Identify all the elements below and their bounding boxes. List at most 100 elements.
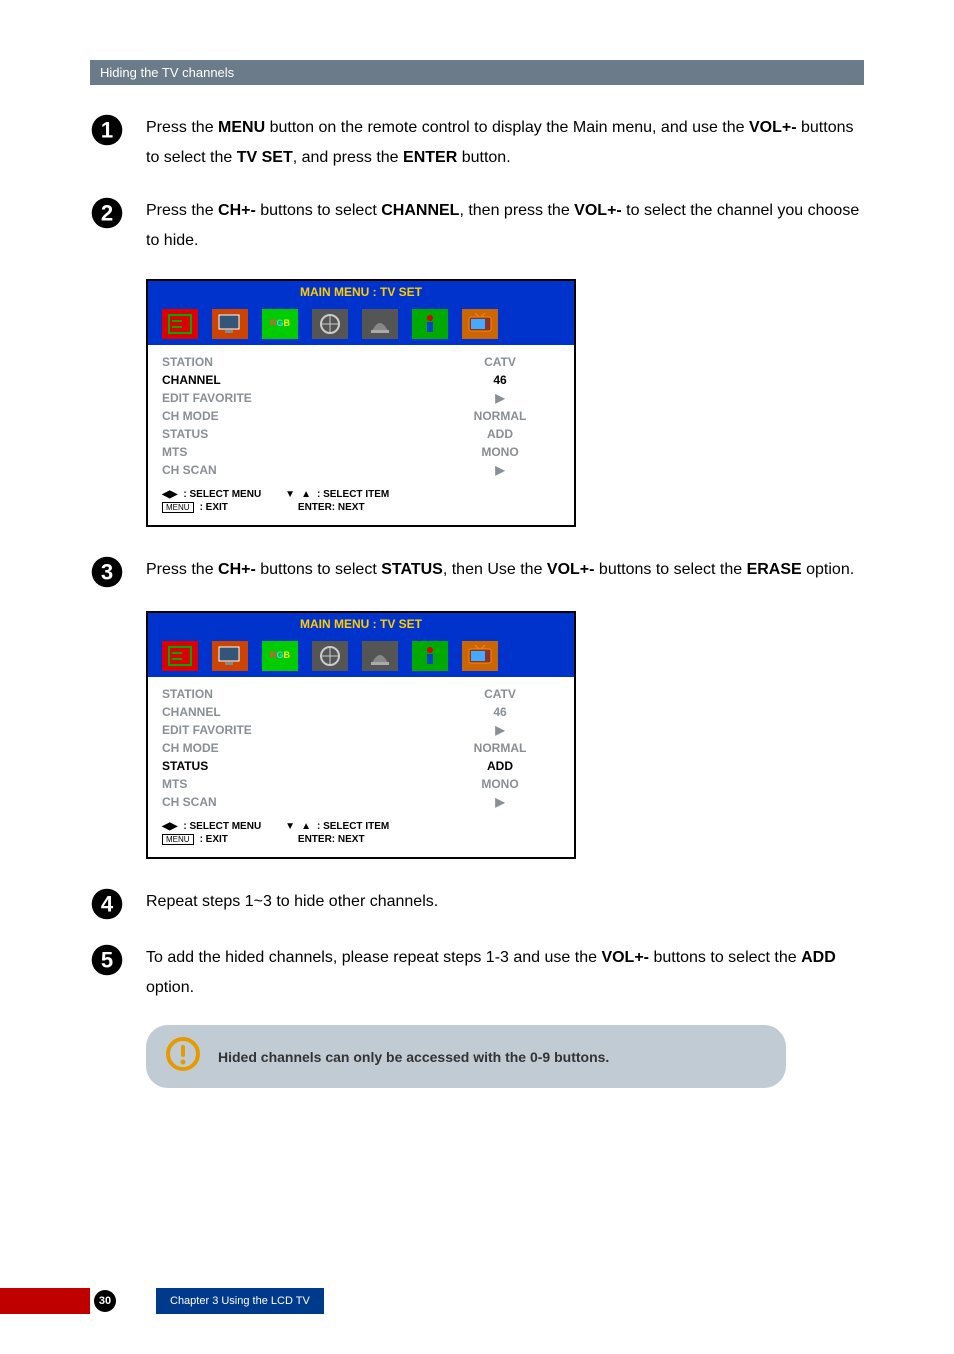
text-bold: STATUS [381, 561, 443, 578]
osd-icon-row: RGB [148, 635, 574, 677]
text: buttons to select [256, 202, 381, 219]
text-bold: ERASE [747, 561, 802, 578]
text-bold: VOL+- [547, 561, 595, 578]
step-number-1-icon: 1 [90, 113, 146, 147]
step-3: 3 Press the CH+- buttons to select STATU… [90, 555, 864, 589]
page-number: 30 [94, 1290, 116, 1312]
osd-item-station: STATIONCATV [162, 685, 560, 703]
tv-set-icon [462, 641, 498, 671]
text-bold: ENTER [403, 149, 457, 166]
osd-footer: ◀▶ : SELECT MENU ▼ ▲ : SELECT ITEM MENU : E… [148, 815, 574, 857]
menu-button-icon: MENU [162, 834, 194, 845]
text-bold: CHANNEL [381, 202, 459, 219]
info-icon [412, 641, 448, 671]
down-arrow-icon: ▼ [285, 821, 295, 832]
geometry-icon [312, 641, 348, 671]
osd-item-status: STATUSADD [162, 757, 560, 775]
osd-item-status: STATUSADD [162, 425, 560, 443]
tv-adjust-icon [162, 641, 198, 671]
chapter-label: Chapter 3 Using the LCD TV [156, 1288, 324, 1314]
menu-button-icon: MENU [162, 502, 194, 513]
left-right-arrows-icon: ◀▶ [162, 821, 177, 832]
text: button. [457, 149, 510, 166]
text-bold: CH+- [218, 202, 256, 219]
text: Press the [146, 202, 218, 219]
pc-adjust-icon [212, 309, 248, 339]
info-icon [412, 309, 448, 339]
text: buttons to select the [594, 561, 746, 578]
text: ENTER: NEXT [298, 834, 365, 845]
text: : SELECT MENU [183, 489, 261, 500]
footer-accent [0, 1288, 90, 1314]
text: : EXIT [200, 502, 228, 513]
osd-title: MAIN MENU : TV SET [148, 613, 574, 635]
info-note: Hided channels can only be accessed with… [146, 1025, 786, 1088]
text: , then Use the [443, 561, 547, 578]
osd-item-mts: MTSMONO [162, 443, 560, 461]
tv-adjust-icon [162, 309, 198, 339]
text: : EXIT [200, 834, 228, 845]
osd-title: MAIN MENU : TV SET [148, 281, 574, 303]
geometry-icon [312, 309, 348, 339]
text: option. [802, 561, 854, 578]
text-bold: VOL+- [749, 119, 797, 136]
text-bold: VOL+- [601, 949, 649, 966]
settings-icon [362, 641, 398, 671]
svg-text:1: 1 [101, 118, 113, 143]
left-right-arrows-icon: ◀▶ [162, 489, 177, 500]
text: : SELECT ITEM [317, 821, 389, 832]
svg-text:2: 2 [101, 200, 113, 225]
step-1: 1 Press the MENU button on the remote co… [90, 113, 864, 174]
osd-item-ch-mode: CH MODENORMAL [162, 739, 560, 757]
text: buttons to select the [649, 949, 801, 966]
osd-item-ch-scan: CH SCAN▶ [162, 461, 560, 479]
osd-screenshot-2: MAIN MENU : TV SET RGB STATIONCATV CHANN… [146, 611, 576, 859]
step-4: 4 Repeat steps 1~3 to hide other channel… [90, 887, 864, 921]
text: Repeat steps 1~3 to hide other channels. [146, 893, 438, 910]
svg-text:4: 4 [101, 891, 114, 916]
step-number-2-icon: 2 [90, 196, 146, 230]
section-header: Hiding the TV channels [90, 60, 864, 85]
osd-body: STATIONCATV CHANNEL46 EDIT FAVORITE▶ CH … [148, 677, 574, 815]
up-arrow-icon: ▲ [301, 489, 311, 500]
rgb-icon: RGB [262, 309, 298, 339]
osd-item-ch-mode: CH MODENORMAL [162, 407, 560, 425]
osd-item-channel: CHANNEL46 [162, 371, 560, 389]
text-bold: MENU [218, 119, 265, 136]
osd-footer: ◀▶ : SELECT MENU ▼ ▲ : SELECT ITEM MENU : E… [148, 483, 574, 525]
text: option. [146, 979, 194, 996]
osd-screenshot-1: MAIN MENU : TV SET RGB STATIONCATV CHANN… [146, 279, 576, 527]
text: : SELECT ITEM [317, 489, 389, 500]
text: Press the [146, 119, 218, 136]
info-text: Hided channels can only be accessed with… [218, 1049, 609, 1065]
text: button on the remote control to display … [265, 119, 749, 136]
osd-item-edit-favorite: EDIT FAVORITE▶ [162, 389, 560, 407]
osd-body: STATIONCATV CHANNEL46 EDIT FAVORITE▶ CH … [148, 345, 574, 483]
text: , and press the [293, 149, 403, 166]
text: : SELECT MENU [183, 821, 261, 832]
osd-item-edit-favorite: EDIT FAVORITE▶ [162, 721, 560, 739]
osd-item-channel: CHANNEL46 [162, 703, 560, 721]
up-arrow-icon: ▲ [301, 821, 311, 832]
text-bold: VOL+- [574, 202, 622, 219]
down-arrow-icon: ▼ [285, 489, 295, 500]
osd-item-station: STATIONCATV [162, 353, 560, 371]
page-footer: 30 Chapter 3 Using the LCD TV [0, 1288, 324, 1314]
step-number-5-icon: 5 [90, 943, 146, 977]
text: buttons to select [256, 561, 381, 578]
text-bold: TV SET [237, 149, 293, 166]
rgb-icon: RGB [262, 641, 298, 671]
step-number-4-icon: 4 [90, 887, 146, 921]
step-2: 2 Press the CH+- buttons to select CHANN… [90, 196, 864, 257]
settings-icon [362, 309, 398, 339]
step-number-3-icon: 3 [90, 555, 146, 589]
text: Press the [146, 561, 218, 578]
alert-icon [166, 1037, 200, 1076]
pc-adjust-icon [212, 641, 248, 671]
osd-icon-row: RGB [148, 303, 574, 345]
text-bold: CH+- [218, 561, 256, 578]
svg-text:3: 3 [101, 559, 113, 584]
osd-item-mts: MTSMONO [162, 775, 560, 793]
text-bold: ADD [801, 949, 836, 966]
tv-set-icon [462, 309, 498, 339]
